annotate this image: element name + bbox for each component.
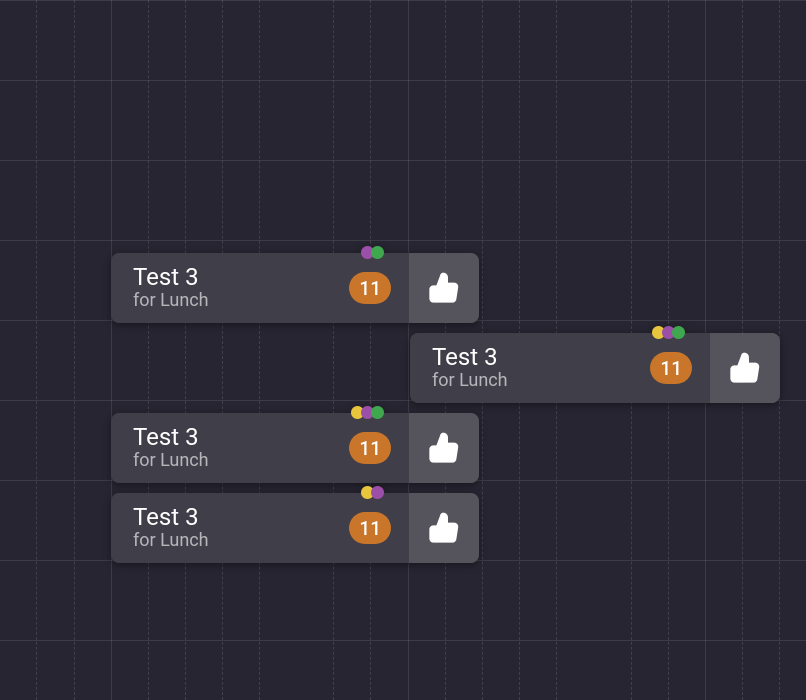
- schedule-card-title: Test 3: [133, 424, 337, 452]
- dot-group: [361, 486, 384, 499]
- schedule-card-texts: Test 3for Lunch: [133, 424, 337, 472]
- like-button[interactable]: [409, 253, 479, 323]
- thumbs-up-icon: [428, 512, 460, 544]
- like-button[interactable]: [409, 493, 479, 563]
- dot-group: [361, 246, 384, 259]
- count-badge: 11: [650, 352, 692, 384]
- purple-dot: [371, 486, 384, 499]
- schedule-card-subtitle: for Lunch: [432, 371, 638, 392]
- count-badge: 11: [349, 432, 391, 464]
- grid-col-line-minor: [222, 0, 223, 700]
- grid-col-line-minor: [74, 0, 75, 700]
- green-dot: [371, 246, 384, 259]
- schedule-card-body[interactable]: Test 3for Lunch 11: [111, 413, 409, 483]
- schedule-card[interactable]: Test 3for Lunch 11: [111, 413, 479, 483]
- schedule-card-texts: Test 3for Lunch: [432, 344, 638, 392]
- schedule-card[interactable]: Test 3for Lunch 11: [111, 493, 479, 563]
- grid-col-line-minor: [370, 0, 371, 700]
- dot-group: [351, 406, 384, 419]
- grid-row-line: [0, 160, 806, 161]
- schedule-card-texts: Test 3for Lunch: [133, 264, 337, 312]
- schedule-card-title: Test 3: [133, 264, 337, 292]
- schedule-card-texts: Test 3for Lunch: [133, 504, 337, 552]
- schedule-card[interactable]: Test 3for Lunch 11: [410, 333, 780, 403]
- schedule-card-body[interactable]: Test 3for Lunch 11: [111, 493, 409, 563]
- grid-col-line-minor: [259, 0, 260, 700]
- grid-col-line-major: [111, 0, 112, 700]
- thumbs-up-icon: [428, 432, 460, 464]
- schedule-card-body[interactable]: Test 3for Lunch 11: [410, 333, 710, 403]
- green-dot: [371, 406, 384, 419]
- schedule-card-subtitle: for Lunch: [133, 451, 337, 472]
- schedule-card-body[interactable]: Test 3for Lunch 11: [111, 253, 409, 323]
- grid-col-line-minor: [333, 0, 334, 700]
- schedule-card-title: Test 3: [432, 344, 638, 372]
- thumbs-up-icon: [428, 272, 460, 304]
- grid-col-line-major: [408, 0, 409, 700]
- schedule-card-subtitle: for Lunch: [133, 531, 337, 552]
- grid-row-line: [0, 0, 806, 1]
- grid-row-line: [0, 640, 806, 641]
- count-badge: 11: [349, 512, 391, 544]
- schedule-card-title: Test 3: [133, 504, 337, 532]
- dot-group: [652, 326, 685, 339]
- grid-row-line: [0, 240, 806, 241]
- like-button[interactable]: [710, 333, 780, 403]
- schedule-card-subtitle: for Lunch: [133, 291, 337, 312]
- schedule-card[interactable]: Test 3for Lunch 11: [111, 253, 479, 323]
- grid-col-line-minor: [185, 0, 186, 700]
- count-badge: 11: [349, 272, 391, 304]
- grid-col-line-minor: [36, 0, 37, 700]
- like-button[interactable]: [409, 413, 479, 483]
- grid-col-line-minor: [148, 0, 149, 700]
- grid-row-line: [0, 80, 806, 81]
- thumbs-up-icon: [729, 352, 761, 384]
- green-dot: [672, 326, 685, 339]
